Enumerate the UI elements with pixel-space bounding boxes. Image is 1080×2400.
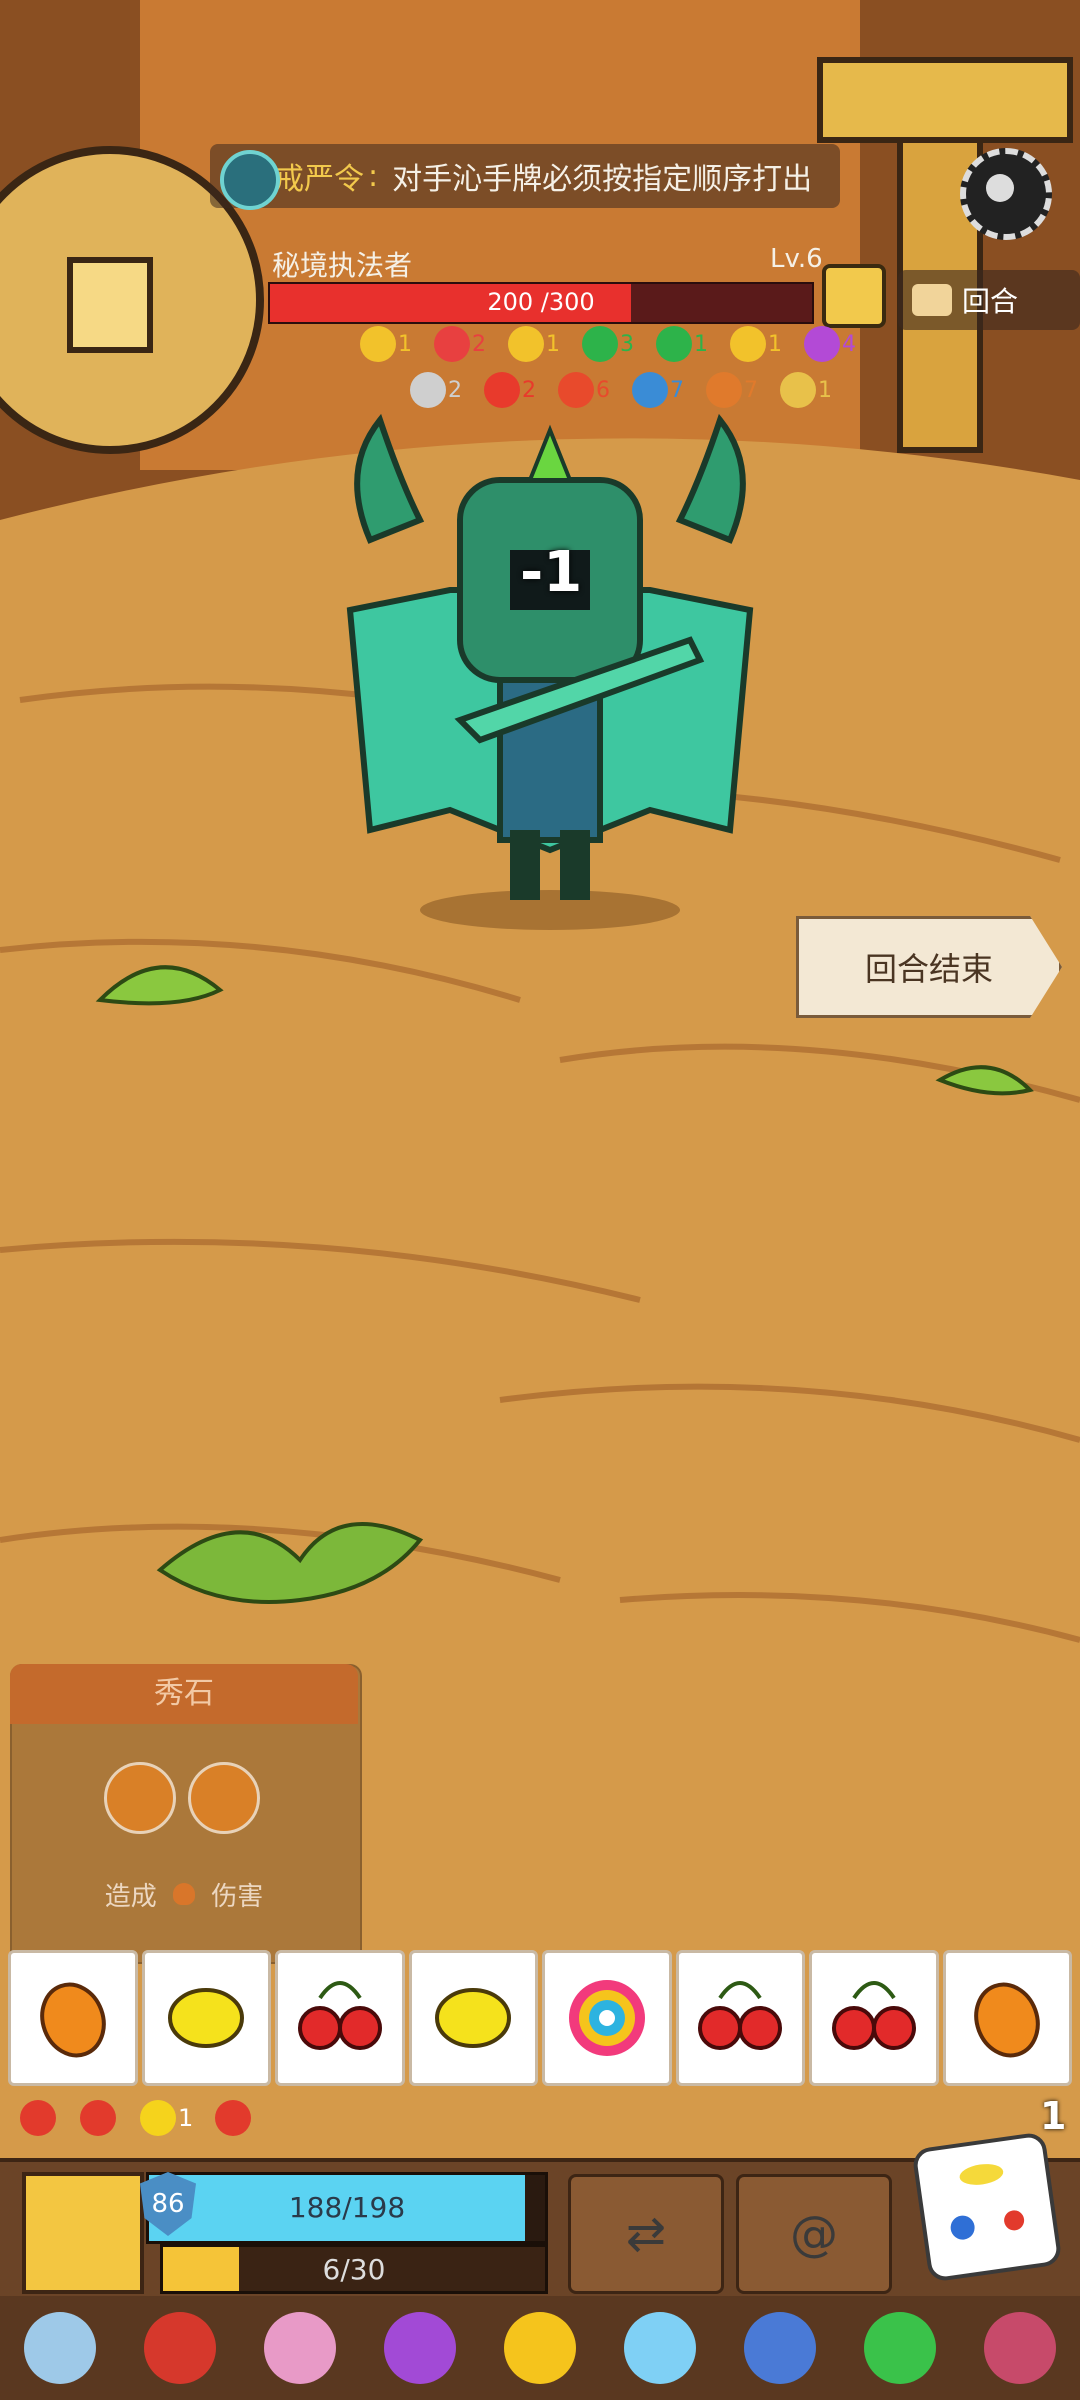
potion-icon[interactable] [384, 2312, 456, 2384]
heart-break-icon-glyph [434, 326, 470, 362]
target-icon-glyph [80, 2100, 116, 2136]
fruit-card[interactable] [408, 1950, 538, 2086]
lightning-icon[interactable]: 1 [140, 2100, 193, 2136]
splat-icon-glyph [804, 326, 840, 362]
decree-separator: : [368, 158, 379, 194]
player-avatar[interactable] [22, 2172, 144, 2294]
fruit-card[interactable] [942, 1950, 1072, 2086]
mango-slot-icon [188, 1762, 260, 1834]
enemy-level: Lv.6 [770, 244, 823, 274]
fruit-card[interactable] [141, 1950, 271, 2086]
skill-desc-prefix: 造成 [104, 1882, 157, 1912]
enemy-hp-bar: 200 /300 [268, 282, 814, 324]
dice-icon[interactable] [911, 2131, 1063, 2283]
shield-up-icon-glyph [508, 326, 544, 362]
eye-rune-icon [220, 150, 280, 210]
enemy-knight-sprite[interactable] [310, 390, 790, 930]
enemy-name: 秘境执法者 [272, 249, 413, 282]
status-value: 1 [818, 377, 832, 403]
end-turn-label: 回合结束 [864, 950, 993, 988]
status-value: 1 [398, 331, 412, 357]
status-value: 3 [620, 331, 634, 357]
shield-block-icon[interactable]: 1 [360, 326, 412, 362]
mango-slot-icon [104, 1762, 176, 1834]
decree-tag: 戒严令 [274, 162, 364, 197]
skill-panel-title: 秀石 [10, 1664, 358, 1724]
swap-button[interactable]: ⇄ [568, 2174, 724, 2294]
damage-popup: -1 [520, 540, 583, 605]
decree-banner: 戒严令 : 对手沁手牌必须按指定顺序打出 [210, 144, 840, 208]
flame-small-icon [173, 1883, 195, 1905]
skill-panel-description: 造成 伤害 [10, 1876, 358, 1913]
mango-icon [39, 1982, 106, 2058]
round-indicator[interactable]: 回合 [898, 270, 1080, 330]
d20-icon[interactable] [264, 2312, 336, 2384]
lemon-icon [435, 1988, 512, 2048]
player-energy-text: 6/30 [322, 2253, 386, 2286]
swirl-icon-glyph [582, 326, 618, 362]
swap-arrows-icon: ⇄ [625, 2206, 667, 2262]
magnifier-icon[interactable] [822, 264, 886, 328]
player-hp-bar: 188/198 [146, 2172, 548, 2244]
lemon-icon [168, 1988, 245, 2048]
shield-value: 86 [151, 2189, 185, 2219]
fruit-card[interactable] [275, 1950, 405, 2086]
status-value: 1 [546, 331, 560, 357]
cherry-icon [831, 1981, 916, 2050]
shield-up-icon[interactable]: 1 [508, 326, 560, 362]
dice-count: 1 [1040, 2094, 1067, 2138]
status-value: 1 [768, 331, 782, 357]
swirl-up-icon[interactable]: 1 [656, 326, 708, 362]
staff-icon[interactable] [144, 2312, 216, 2384]
emerald-icon[interactable] [864, 2312, 936, 2384]
round-label: 回合 [962, 285, 1019, 318]
player-status-row: 1 [20, 2100, 253, 2136]
fruit-card[interactable] [8, 1950, 138, 2086]
heart-shield-icon-glyph [20, 2100, 56, 2136]
triangle-icon-glyph [730, 326, 766, 362]
gear-center [986, 174, 1014, 202]
target-icon[interactable] [80, 2100, 118, 2136]
splat-icon[interactable]: 4 [804, 326, 856, 362]
status-value: 1 [178, 2104, 194, 2132]
mango-icon [974, 1982, 1041, 2058]
swirl-icon[interactable]: 3 [582, 326, 634, 362]
spiral-skill-button[interactable]: @ [736, 2174, 892, 2294]
fruit-card[interactable] [809, 1950, 939, 2086]
swirl-up-icon-glyph [656, 326, 692, 362]
shield-block-icon-glyph [360, 326, 396, 362]
shield-check-icon-glyph [215, 2100, 252, 2136]
fruit-hand [8, 1950, 1072, 2086]
skill-desc-suffix: 伤害 [211, 1882, 264, 1912]
rainbow-icon [568, 1980, 645, 2056]
fruit-card[interactable] [542, 1950, 672, 2086]
status-value: 1 [694, 331, 708, 357]
heart-monster-icon[interactable] [984, 2312, 1056, 2384]
end-turn-button[interactable]: 回合结束 [796, 916, 1062, 1018]
lightning-icon-glyph [140, 2100, 176, 2136]
triangle-icon[interactable]: 1 [730, 326, 782, 362]
player-energy-bar: 6/30 [160, 2244, 548, 2294]
player-hp-text: 188/198 [288, 2191, 406, 2224]
status-value: 4 [842, 331, 856, 357]
decree-description: 对手沁手牌必须按指定顺序打出 [392, 162, 813, 197]
spiral-icon: @ [790, 2206, 838, 2262]
relic-bar [0, 2296, 1080, 2400]
cherry-icon [698, 1981, 783, 2050]
shield-check-icon[interactable] [215, 2100, 253, 2136]
status-value: 2 [472, 331, 486, 357]
scroll-icon [912, 284, 952, 316]
heart-break-icon[interactable]: 2 [434, 326, 486, 362]
enemy-hp-text: 200 /300 [487, 288, 595, 316]
game-scene: 戒严令 : 对手沁手牌必须按指定顺序打出 秘境执法者 Lv.6 200 /300… [0, 0, 1080, 2400]
crystal-icon[interactable] [624, 2312, 696, 2384]
heart-gem-icon[interactable] [504, 2312, 576, 2384]
cherry-icon [297, 1981, 382, 2050]
fruit-card[interactable] [675, 1950, 805, 2086]
battle-axe-icon[interactable] [744, 2312, 816, 2384]
bell-icon[interactable] [24, 2312, 96, 2384]
enemy-status-row-1: 1 2 1 3 1 1 4 [360, 326, 856, 362]
heart-shield-icon[interactable] [20, 2100, 58, 2136]
